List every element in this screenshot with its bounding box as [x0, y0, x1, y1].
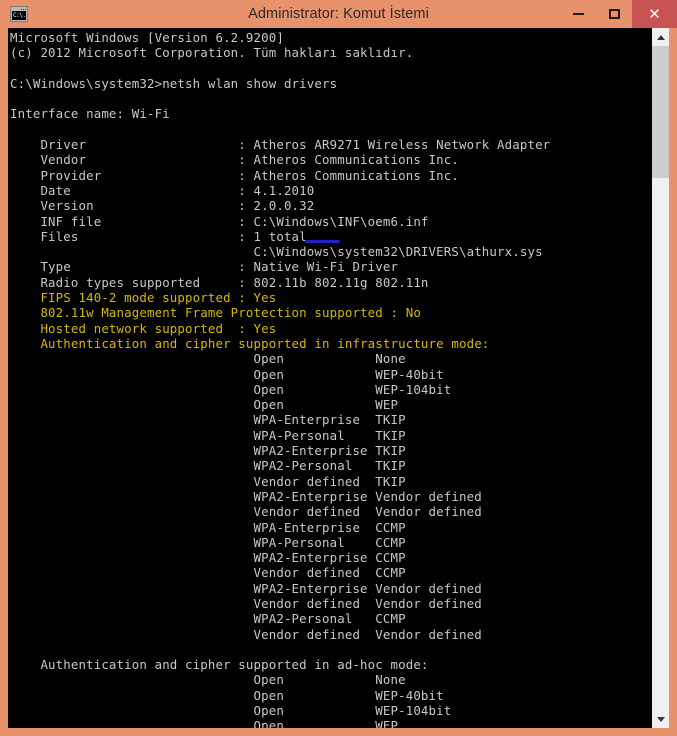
close-icon: ✕ — [648, 5, 661, 23]
maximize-button[interactable] — [596, 0, 632, 28]
console-line: Vendor defined Vendor defined — [10, 504, 482, 520]
chevron-down-icon — [656, 716, 665, 722]
minimize-icon — [572, 13, 584, 15]
chevron-up-icon — [656, 34, 665, 40]
console-line: C:\Windows\system32>netsh wlan show driv… — [10, 75, 338, 91]
console-line: Open WEP-40bit — [10, 687, 444, 703]
console-line: WPA-Enterprise TKIP — [10, 412, 406, 428]
console-line: Driver : Atheros AR9271 Wireless Network… — [10, 137, 551, 153]
console-line: Open WEP-40bit — [10, 366, 444, 382]
console-icon-label: C:\. — [12, 11, 26, 20]
window-controls: ✕ — [560, 0, 677, 28]
console-line: INF file : C:\Windows\INF\oem6.inf — [10, 213, 429, 229]
command-prompt-window: C:\. Administrator: Komut İstemi ✕ Micro… — [0, 0, 677, 736]
console-line: WPA2-Personal TKIP — [10, 458, 406, 474]
console-line: WPA2-Enterprise Vendor defined — [10, 580, 482, 596]
close-button[interactable]: ✕ — [632, 0, 677, 28]
console-line: Provider : Atheros Communications Inc. — [10, 167, 459, 183]
console-line: Vendor : Atheros Communications Inc. — [10, 152, 459, 168]
console-line: Type : Native Wi-Fi Driver — [10, 259, 399, 275]
console-line: Open WEP — [10, 718, 399, 728]
console-line: Open WEP-104bit — [10, 381, 452, 397]
console-line: Vendor defined Vendor defined — [10, 595, 482, 611]
console-text: Microsoft Windows [Version 6.2.9200] (c) … — [10, 30, 651, 728]
vertical-scrollbar[interactable] — [651, 28, 669, 728]
console-client-area: Microsoft Windows [Version 6.2.9200] (c) … — [8, 28, 669, 728]
console-line: WPA-Enterprise CCMP — [10, 519, 406, 535]
console-line: Open WEP — [10, 397, 399, 413]
console-line: Vendor defined TKIP — [10, 473, 406, 489]
console-line: 802.11w Management Frame Protection supp… — [10, 305, 421, 321]
console-icon[interactable]: C:\. — [10, 6, 28, 22]
minimize-button[interactable] — [560, 0, 596, 28]
scrollbar-thumb[interactable] — [652, 46, 669, 178]
console-line: WPA2-Enterprise TKIP — [10, 443, 406, 459]
console-line: WPA2-Enterprise CCMP — [10, 550, 406, 566]
console-line: Date : 4.1.2010 — [10, 182, 315, 198]
console-line: Open None — [10, 672, 406, 688]
maximize-icon — [608, 9, 620, 19]
console-line: Hosted network supported : Yes — [10, 320, 277, 336]
console-line: Open WEP-104bit — [10, 703, 452, 719]
console-line: WPA2-Enterprise Vendor defined — [10, 488, 482, 504]
console-line: Vendor defined Vendor defined — [10, 626, 482, 642]
console-line: WPA-Personal TKIP — [10, 427, 406, 443]
console-line: Open None — [10, 351, 406, 367]
console-line: FIPS 140-2 mode supported : Yes — [10, 290, 277, 306]
blue-underline-annotation — [305, 240, 339, 243]
console-line: C:\Windows\system32\DRIVERS\athurx.sys — [10, 244, 543, 260]
console-line: Interface name: Wi-Fi — [10, 106, 170, 122]
console-line: (c) 2012 Microsoft Corporation. Tüm hakl… — [10, 45, 414, 61]
console-line: Authentication and cipher supported in a… — [10, 657, 429, 673]
console-line: WPA2-Personal CCMP — [10, 611, 406, 627]
scroll-up-button[interactable] — [652, 28, 669, 46]
title-bar[interactable]: C:\. Administrator: Komut İstemi ✕ — [0, 0, 677, 28]
console-output[interactable]: Microsoft Windows [Version 6.2.9200] (c) … — [8, 28, 651, 728]
console-line: Microsoft Windows [Version 6.2.9200] — [10, 30, 284, 45]
scroll-down-button[interactable] — [652, 710, 669, 728]
console-line: WPA-Personal CCMP — [10, 534, 406, 550]
console-line: Radio types supported : 802.11b 802.11g … — [10, 274, 429, 290]
console-line: Authentication and cipher supported in i… — [10, 335, 490, 351]
console-line: Vendor defined CCMP — [10, 565, 406, 581]
console-line: Version : 2.0.0.32 — [10, 198, 315, 214]
